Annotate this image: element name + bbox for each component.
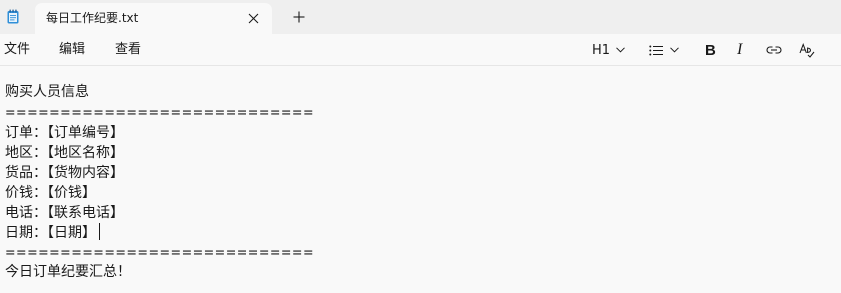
editor-line: 电话：【联系电话】 xyxy=(5,205,124,221)
editor-line: 价钱：【价钱】 xyxy=(5,185,96,201)
plus-icon xyxy=(293,11,305,23)
close-icon xyxy=(248,13,258,23)
editor-line: 地区：【地区名称】 xyxy=(5,145,124,161)
link-icon xyxy=(766,46,782,54)
text-editor[interactable]: 购买人员信息 ============================ 订单：【… xyxy=(0,66,841,293)
editor-line: 货品：【货物内容】 xyxy=(5,165,124,181)
italic-icon: I xyxy=(737,41,743,58)
italic-button[interactable]: I xyxy=(737,39,742,61)
spellcheck-button[interactable] xyxy=(799,39,815,61)
menu-edit[interactable]: 编辑 xyxy=(59,42,85,58)
tab-title: 每日工作纪要.txt xyxy=(46,11,139,25)
text-caret xyxy=(99,223,100,240)
editor-line: 订单：【订单编号】 xyxy=(5,125,124,141)
tab-active[interactable]: 每日工作纪要.txt xyxy=(35,3,272,34)
editor-line: 购买人员信息 xyxy=(5,84,89,100)
spellcheck-icon xyxy=(799,42,815,58)
separator-line: ============================ xyxy=(5,245,314,261)
chevron-down-icon xyxy=(670,47,679,53)
heading-dropdown[interactable]: H1 xyxy=(592,39,625,61)
new-tab-button[interactable] xyxy=(289,7,309,27)
editor-line: 今日订单纪要汇总！ xyxy=(5,264,131,280)
bold-button[interactable]: B xyxy=(705,39,716,61)
bulleted-list-icon xyxy=(649,45,663,55)
tab-strip: 每日工作纪要.txt xyxy=(0,0,841,34)
chevron-down-icon xyxy=(616,47,625,53)
editor-line-text: 日期：【日期】 xyxy=(5,225,96,241)
heading-label: H1 xyxy=(592,42,611,58)
menu-bar: 文件 编辑 查看 H1 B I xyxy=(0,34,841,66)
notepad-app-icon xyxy=(7,9,19,24)
notepad-window: 每日工作纪要.txt 文件 编辑 查看 H1 B I 购买人员信息 ======… xyxy=(0,0,841,293)
editor-line-with-caret: 日期：【日期】 xyxy=(5,223,100,243)
list-dropdown[interactable] xyxy=(649,39,679,61)
menu-view[interactable]: 查看 xyxy=(115,42,141,58)
menu-file[interactable]: 文件 xyxy=(4,42,30,58)
separator-line: ============================ xyxy=(5,105,314,121)
bold-icon: B xyxy=(705,41,716,59)
tab-close-button[interactable] xyxy=(243,8,263,28)
link-button[interactable] xyxy=(766,39,782,61)
